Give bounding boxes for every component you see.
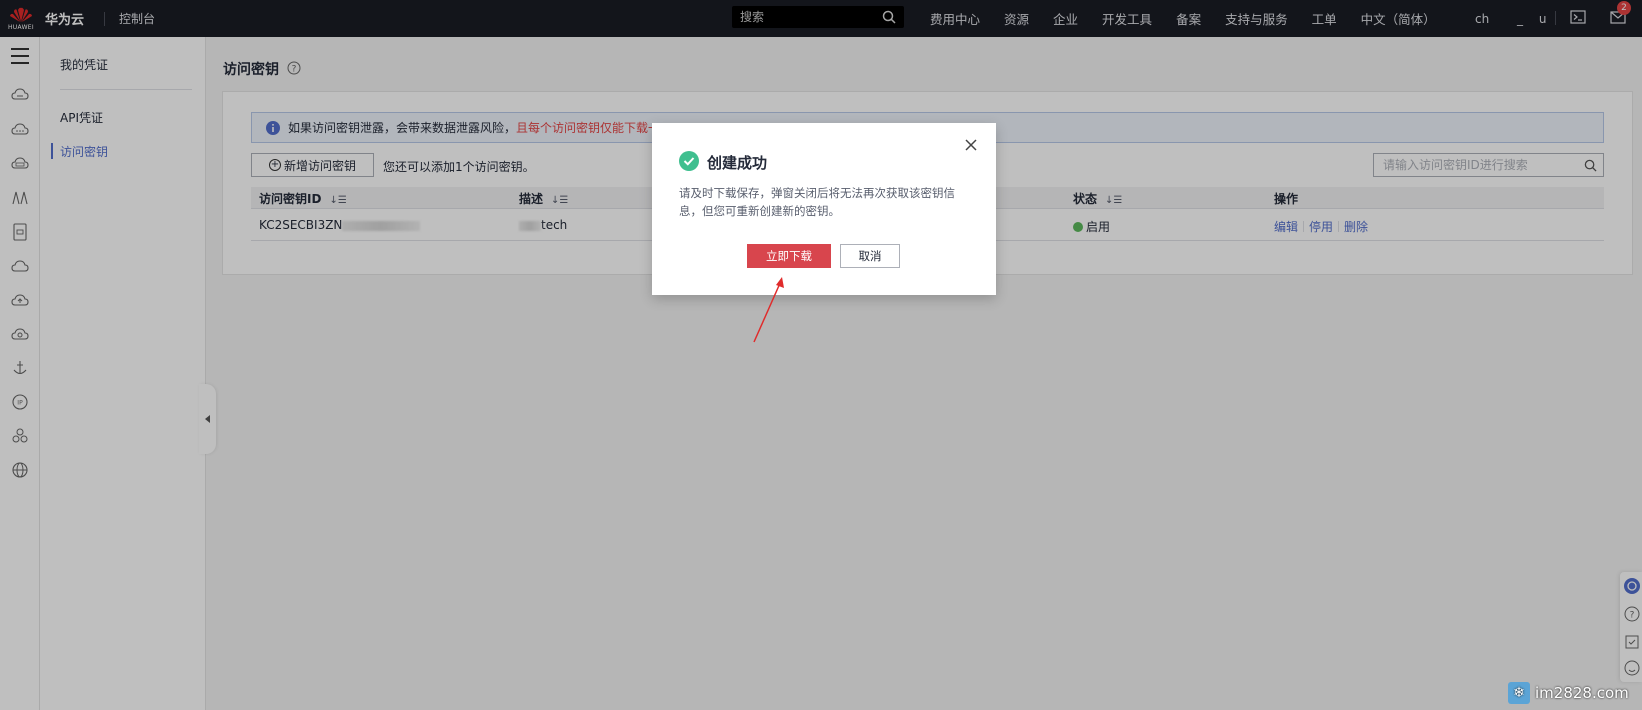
create-success-dialog: 创建成功 请及时下载保存，弹窗关闭后将无法再次获取该密钥信息，但您可重新创建新的… bbox=[652, 123, 996, 295]
success-check-icon bbox=[679, 151, 699, 171]
modal-overlay[interactable] bbox=[0, 0, 1642, 710]
snowflake-icon: ❄ bbox=[1508, 682, 1530, 704]
annotation-arrow-icon bbox=[753, 277, 784, 343]
watermark-text: im2828.com bbox=[1535, 684, 1629, 702]
download-now-button[interactable]: 立即下载 bbox=[747, 244, 831, 268]
cancel-button[interactable]: 取消 bbox=[840, 244, 900, 268]
close-icon[interactable] bbox=[965, 139, 977, 151]
watermark: ❄ im2828.com bbox=[1508, 682, 1629, 704]
dialog-title: 创建成功 bbox=[707, 154, 768, 172]
dialog-message: 请及时下载保存，弹窗关闭后将无法再次获取该密钥信息，但您可重新创建新的密钥。 bbox=[679, 186, 955, 218]
